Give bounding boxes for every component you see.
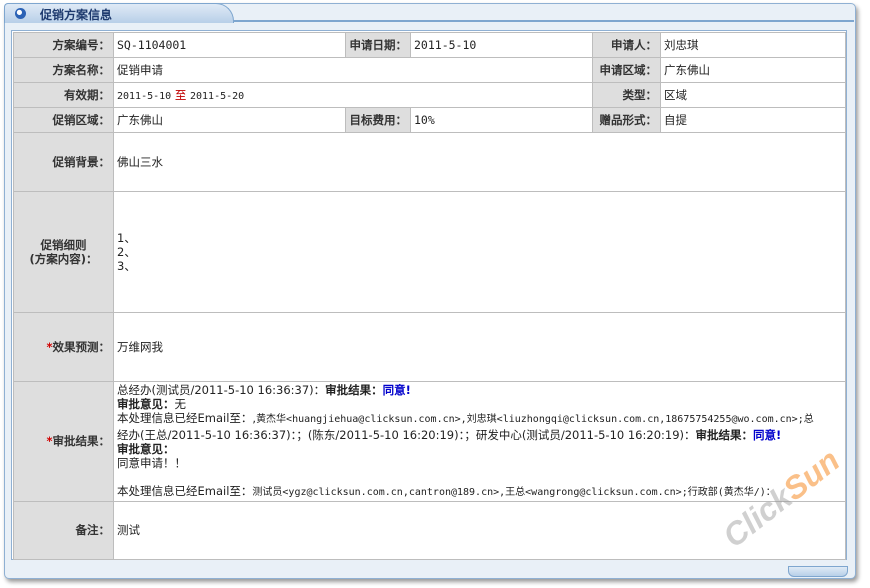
valid-period-value: 2011-5-10 至 2011-5-20	[113, 82, 593, 108]
table-row: *效果预测： 万维网我	[13, 312, 846, 382]
info-icon	[15, 8, 26, 19]
opinion-value: 无	[174, 397, 187, 412]
gift-form-label: 赠品形式：	[592, 107, 661, 133]
plan-no-value: SQ-1104001	[113, 32, 346, 58]
apply-date-label: 申请日期：	[345, 32, 411, 58]
email-list: 黄杰华<huangjiehua@clicksun.com.cn>,刘忠琪<liu…	[256, 414, 814, 426]
result-value: 同意!	[382, 383, 411, 397]
result-label: 审批结果：	[325, 383, 383, 397]
type-label: 类型：	[592, 82, 661, 108]
approval-line	[117, 470, 842, 484]
approval-line: 总经办(测试员/2011-5-10 16:36:37)：审批结果：同意!	[117, 383, 842, 397]
effect-label-text: 效果预测：	[52, 340, 111, 354]
effect-label: *效果预测：	[13, 312, 114, 382]
valid-from: 2011-5-10	[117, 91, 172, 102]
details-line: 3、	[117, 259, 136, 273]
apply-date-value: 2011-5-10	[410, 32, 593, 58]
details-line: 2、	[117, 245, 136, 259]
plan-info-table: 方案编号： SQ-1104001 申请日期： 2011-5-10 申请人： 刘忠…	[13, 32, 846, 560]
valid-period-label: 有效期：	[13, 82, 114, 108]
approval-label: *审批结果：	[13, 381, 114, 502]
plan-name-label: 方案名称：	[13, 57, 114, 83]
panel-header: 促销方案信息	[4, 3, 854, 27]
opinion-value: 同意申请！！	[117, 456, 186, 471]
remark-value: 测试	[113, 500, 846, 560]
promo-region-value: 广东佛山	[113, 107, 346, 133]
details-value: 1、 2、 3、	[113, 191, 846, 313]
table-row: 方案编号： SQ-1104001 申请日期： 2011-5-10 申请人： 刘忠…	[13, 32, 846, 58]
table-row: 方案名称： 促销申请 申请区域： 广东佛山	[13, 57, 846, 83]
approval-line: 本处理信息已经Email至：,黄杰华<huangjiehua@clicksun.…	[117, 411, 842, 427]
promo-region-label: 促销区域：	[13, 107, 114, 133]
result-value: 同意!	[753, 427, 782, 442]
approval-line: 审批意见：无	[117, 397, 842, 411]
valid-to: 2011-5-20	[190, 91, 245, 102]
result-label: 审批结果：	[695, 427, 754, 442]
target-cost-value: 10%	[410, 107, 593, 133]
approval-line: 同意申请！！	[117, 456, 842, 470]
remark-label: 备注：	[13, 500, 114, 560]
plan-name-value: 促销申请	[113, 57, 593, 83]
plan-no-label: 方案编号：	[13, 32, 114, 58]
opinion-label: 审批意见：	[117, 441, 175, 456]
valid-separator: 至	[174, 88, 187, 102]
email-prefix: 本处理信息已经Email至：	[117, 484, 253, 499]
background-label: 促销背景：	[13, 132, 114, 192]
applicant-value: 刘忠琪	[660, 32, 846, 58]
details-label-line2: (方案内容)：	[29, 252, 98, 266]
apply-region-value: 广东佛山	[660, 57, 846, 83]
effect-value: 万维网我	[113, 312, 846, 382]
approval-entry: 总经办(测试员/2011-5-10 16:36:37)：	[117, 383, 326, 397]
table-row: 有效期： 2011-5-10 至 2011-5-20 类型： 区域	[13, 82, 846, 108]
apply-region-label: 申请区域：	[592, 57, 661, 83]
table-row: 备注： 测试	[13, 500, 846, 560]
details-line: 1、	[117, 231, 136, 245]
panel-tab: 促销方案信息	[4, 3, 234, 23]
type-value: 区域	[660, 82, 846, 108]
target-cost-label: 目标费用：	[345, 107, 411, 133]
table-row: *审批结果： 总经办(测试员/2011-5-10 16:36:37)：审批结果：…	[13, 381, 846, 502]
background-value: 佛山三水	[113, 132, 846, 192]
panel-bottom-tab	[788, 566, 848, 577]
details-label-line1: 促销细则	[40, 238, 87, 252]
table-row: 促销细则 (方案内容)： 1、 2、 3、	[13, 191, 846, 313]
form-container: 方案编号： SQ-1104001 申请日期： 2011-5-10 申请人： 刘忠…	[11, 30, 847, 560]
approval-value: 总经办(测试员/2011-5-10 16:36:37)：审批结果：同意! 审批意…	[113, 381, 846, 502]
approval-line: 审批意见：	[117, 442, 842, 456]
approval-line: 本处理信息已经Email至：测试员<ygz@clicksun.com.cn,ca…	[117, 484, 842, 500]
applicant-label: 申请人：	[592, 32, 661, 58]
details-label: 促销细则 (方案内容)：	[13, 191, 114, 313]
panel-title: 促销方案信息	[40, 8, 113, 22]
table-row: 促销背景： 佛山三水	[13, 132, 846, 192]
email-list: 测试员<ygz@clicksun.com.cn,cantron@189.cn>,…	[252, 487, 776, 499]
approval-entry: 经办(王总/2011-5-10 16:36:37)：；(陈东/2011-5-10…	[117, 427, 696, 442]
approval-line: 经办(王总/2011-5-10 16:36:37)：；(陈东/2011-5-10…	[117, 428, 842, 442]
opinion-label: 审批意见：	[117, 397, 175, 412]
gift-form-value: 自提	[660, 107, 846, 133]
email-prefix: 本处理信息已经Email至：,	[117, 411, 257, 426]
table-row: 促销区域： 广东佛山 目标费用： 10% 赠品形式： 自提	[13, 107, 846, 133]
approval-label-text: 审批结果：	[52, 434, 111, 449]
